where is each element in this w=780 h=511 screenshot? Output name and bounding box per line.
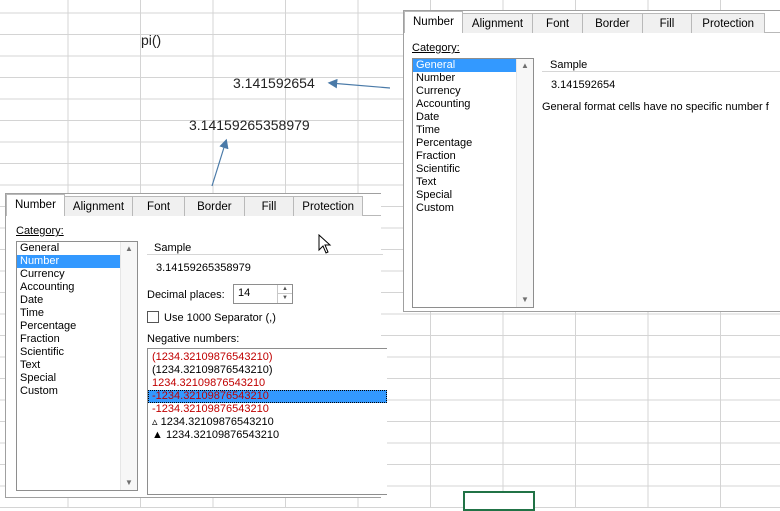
negative-format-item[interactable]: -1234.32109876543210: [148, 390, 387, 403]
tab-fill[interactable]: Fill: [243, 196, 295, 216]
cell-value-long[interactable]: 3.14159265358979: [189, 117, 310, 133]
category-item[interactable]: Date: [413, 111, 533, 124]
category-item[interactable]: General: [17, 242, 137, 255]
category-item[interactable]: Percentage: [17, 320, 137, 333]
category-item[interactable]: General: [413, 59, 533, 72]
scroll-down-icon[interactable]: ▼: [517, 293, 533, 307]
general-description: General format cells have no specific nu…: [542, 101, 769, 113]
tab-border[interactable]: Border: [184, 196, 245, 216]
category-item[interactable]: Custom: [413, 202, 533, 215]
scroll-up-icon[interactable]: ▲: [121, 242, 137, 256]
category-item[interactable]: Number: [17, 255, 137, 268]
sample-label: Sample: [152, 242, 194, 254]
cell-formula[interactable]: pi(): [141, 32, 161, 48]
increment-icon[interactable]: ▲: [278, 285, 292, 294]
category-item[interactable]: Currency: [17, 268, 137, 281]
negative-format-item[interactable]: -1234.32109876543210: [148, 403, 387, 416]
tab-number[interactable]: Number: [6, 194, 65, 216]
scroll-down-icon[interactable]: ▼: [121, 476, 137, 490]
format-cells-dialog-general: Number Alignment Font Border Fill Protec…: [403, 10, 780, 312]
category-item[interactable]: Accounting: [17, 281, 137, 294]
tab-number[interactable]: Number: [404, 11, 463, 33]
category-item[interactable]: Scientific: [17, 346, 137, 359]
tab-font[interactable]: Font: [532, 13, 584, 33]
category-item[interactable]: Date: [17, 294, 137, 307]
category-list[interactable]: General Number Currency Accounting Date …: [16, 241, 138, 491]
category-item[interactable]: Scientific: [413, 163, 533, 176]
category-item[interactable]: Percentage: [413, 137, 533, 150]
cell-value-short[interactable]: 3.141592654: [233, 75, 315, 91]
negative-numbers-list[interactable]: (1234.32109876543210) (1234.321098765432…: [147, 348, 387, 495]
category-item[interactable]: Accounting: [413, 98, 533, 111]
category-item[interactable]: Time: [17, 307, 137, 320]
sample-label: Sample: [548, 59, 590, 71]
category-scrollbar[interactable]: ▲ ▼: [120, 242, 137, 490]
decimal-places-value[interactable]: 14: [238, 287, 250, 299]
category-item[interactable]: Text: [17, 359, 137, 372]
tab-alignment[interactable]: Alignment: [461, 13, 534, 33]
sample-value: 3.14159265358979: [156, 262, 251, 274]
thousand-separator-label[interactable]: Use 1000 Separator (,): [164, 312, 276, 324]
thousand-separator-checkbox[interactable]: [147, 311, 159, 323]
category-item[interactable]: Custom: [17, 385, 137, 398]
decimal-places-stepper[interactable]: 14 ▲ ▼: [233, 284, 293, 304]
category-item[interactable]: Fraction: [17, 333, 137, 346]
category-item[interactable]: Special: [17, 372, 137, 385]
tab-border[interactable]: Border: [582, 13, 643, 33]
sample-group: [542, 71, 780, 72]
stepper-buttons[interactable]: ▲ ▼: [277, 285, 292, 303]
category-item[interactable]: Fraction: [413, 150, 533, 163]
negative-numbers-label: Negative numbers:: [147, 333, 240, 345]
sample-group: [147, 254, 383, 255]
negative-format-item[interactable]: (1234.32109876543210): [148, 351, 387, 364]
negative-format-item[interactable]: (1234.32109876543210): [148, 364, 387, 377]
tab-font[interactable]: Font: [132, 196, 186, 216]
category-scrollbar[interactable]: ▲ ▼: [516, 59, 533, 307]
category-label: Category:: [16, 225, 64, 237]
decrement-icon[interactable]: ▼: [278, 294, 292, 303]
tab-strip: Number Alignment Font Border Fill Protec…: [6, 194, 364, 216]
category-item[interactable]: Currency: [413, 85, 533, 98]
tab-protection[interactable]: Protection: [691, 13, 766, 33]
category-label: Category:: [412, 42, 460, 54]
tab-alignment[interactable]: Alignment: [63, 196, 134, 216]
category-item[interactable]: Time: [413, 124, 533, 137]
category-list[interactable]: General Number Currency Accounting Date …: [412, 58, 534, 308]
negative-format-item[interactable]: 1234.32109876543210: [148, 377, 387, 390]
decimal-places-label: Decimal places:: [147, 289, 225, 301]
category-item[interactable]: Number: [413, 72, 533, 85]
tab-strip: Number Alignment Font Border Fill Protec…: [404, 11, 766, 33]
category-item[interactable]: Special: [413, 189, 533, 202]
scroll-up-icon[interactable]: ▲: [517, 59, 533, 73]
tab-fill[interactable]: Fill: [641, 13, 693, 33]
active-cell[interactable]: [463, 491, 535, 511]
negative-format-item[interactable]: ▵ 1234.32109876543210: [148, 416, 387, 429]
sample-value: 3.141592654: [551, 79, 616, 91]
tab-protection[interactable]: Protection: [293, 196, 364, 216]
negative-format-item[interactable]: ▲ 1234.32109876543210: [148, 429, 387, 442]
mouse-pointer-icon: [318, 234, 332, 254]
category-item[interactable]: Text: [413, 176, 533, 189]
